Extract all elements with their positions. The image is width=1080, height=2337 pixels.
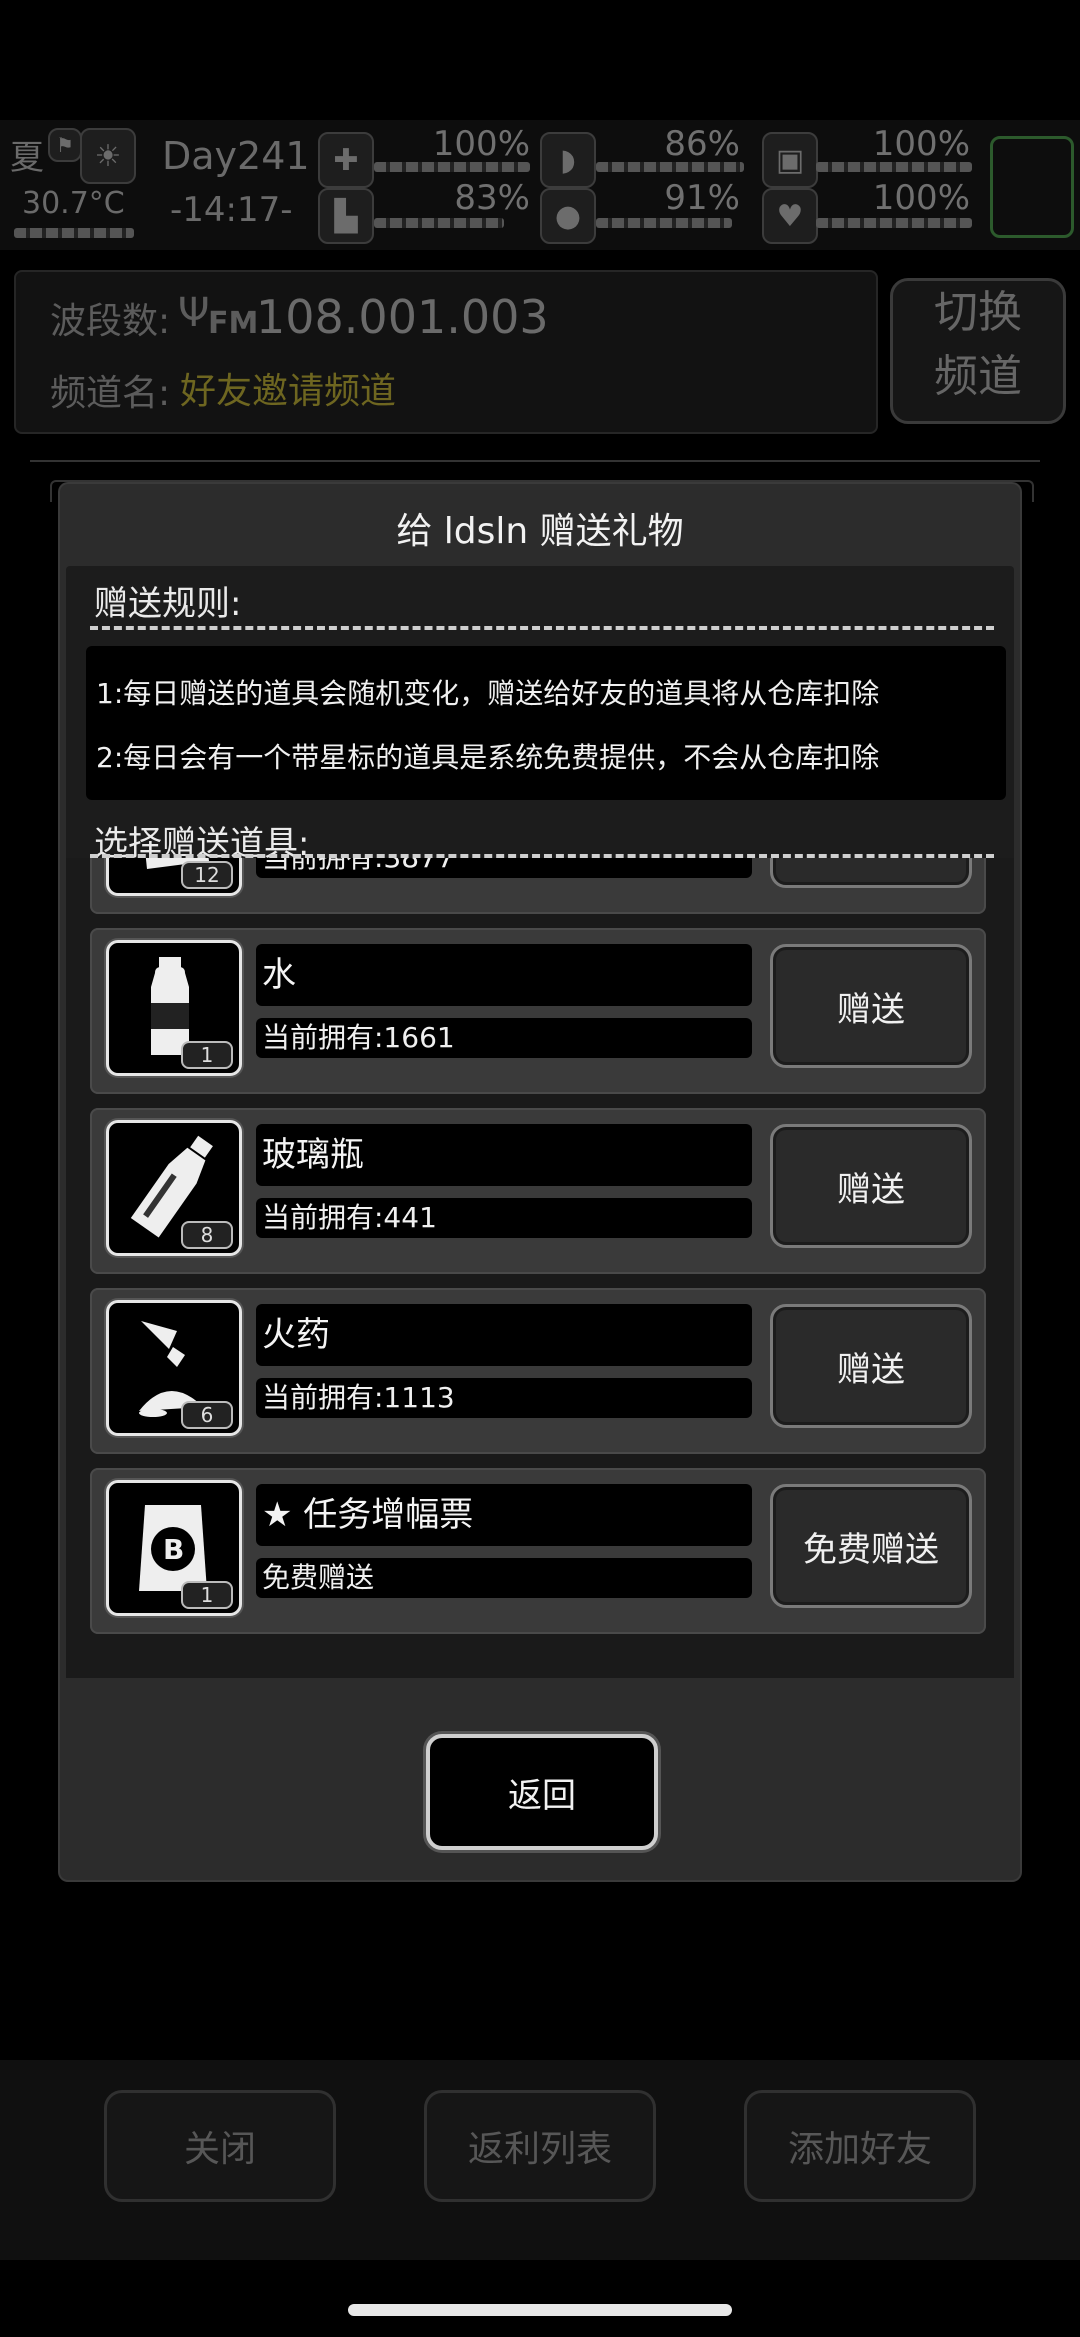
- item-owned: 当前拥有:441: [256, 1198, 752, 1238]
- gift-item-list[interactable]: F 12 肥料 当前拥有:3877 赠送 1 水 当前拥有:1661 赠送: [66, 858, 1014, 1678]
- channel-label: 频道名:: [50, 373, 171, 414]
- item-owned: 当前拥有:1113: [256, 1378, 752, 1418]
- item-quantity: 1: [181, 1041, 233, 1069]
- gift-button[interactable]: 赠送: [770, 858, 972, 888]
- sun-icon: ☀: [80, 128, 136, 184]
- gift-item: 6 火药 当前拥有:1113 赠送: [90, 1288, 986, 1454]
- dashed-divider: [90, 626, 994, 630]
- fm-label: FM: [208, 306, 259, 341]
- free-gift-button[interactable]: 免费赠送: [770, 1484, 972, 1608]
- gift-item: 8 玻璃瓶 当前拥有:441 赠送: [90, 1108, 986, 1274]
- day-label: Day241: [162, 134, 310, 178]
- equipment-slot[interactable]: [990, 136, 1074, 238]
- item-thumbnail: 8: [106, 1120, 242, 1256]
- rule-2: 2:每日会有一个带星标的道具是系统免费提供，不会从仓库扣除: [96, 741, 880, 774]
- mood-percent: 100%: [872, 178, 970, 218]
- battery-icon: ▣: [762, 132, 818, 188]
- energy-bar: [816, 162, 972, 172]
- item-name: 火药: [256, 1304, 752, 1366]
- home-indicator[interactable]: [348, 2304, 732, 2316]
- item-quantity: 6: [181, 1401, 233, 1429]
- thirst-percent: 91%: [664, 178, 740, 218]
- channel-name: 好友邀请频道: [180, 371, 397, 412]
- item-quantity: 8: [181, 1221, 233, 1249]
- dialog-title: 给 ldsln 赠送礼物: [396, 511, 684, 552]
- energy-percent: 100%: [872, 124, 970, 164]
- water-drop-icon: ●: [540, 188, 596, 244]
- rules-heading: 赠送规则:: [94, 584, 242, 624]
- temperature-bar: [14, 228, 134, 238]
- rules-box: 1:每日赠送的道具会随机变化，赠送给好友的道具将从仓库扣除 2:每日会有一个带星…: [86, 646, 1006, 800]
- foot-icon: ▙: [318, 188, 374, 244]
- item-thumbnail: 6: [106, 1300, 242, 1436]
- switch-channel-button[interactable]: 切换 频道: [890, 278, 1066, 424]
- frequency-value: 108.001.003: [256, 290, 549, 344]
- weather-flag-icon: ⚑: [48, 128, 82, 162]
- item-quantity: 1: [181, 1581, 233, 1609]
- gift-button[interactable]: 赠送: [770, 944, 972, 1068]
- gift-dialog: 给 ldsln 赠送礼物 赠送规则: 1:每日赠送的道具会随机变化，赠送给好友的…: [60, 484, 1020, 1880]
- divider: [30, 460, 1040, 462]
- switch-label-line1: 切换: [934, 287, 1022, 338]
- stamina-percent: 83%: [454, 178, 530, 218]
- thirst-bar: [596, 218, 732, 228]
- close-button[interactable]: 关闭: [104, 2090, 336, 2202]
- mood-bar: [816, 218, 972, 228]
- svg-text:B: B: [163, 1533, 184, 1566]
- band-label: 波段数:: [50, 301, 171, 342]
- medkit-icon: ✚: [318, 132, 374, 188]
- item-thumbnail: F 12: [106, 858, 242, 896]
- item-thumbnail: B 1: [106, 1480, 242, 1616]
- item-thumbnail: 1: [106, 940, 242, 1076]
- back-button[interactable]: 返回: [426, 1734, 658, 1850]
- season-label: 夏: [10, 138, 44, 178]
- status-hud: 夏 ⚑ ☀ 30.7°C Day241 -14:17- ✚ 100% ◗ 86%…: [0, 120, 1080, 250]
- item-quantity: 12: [181, 861, 233, 889]
- antenna-icon: Ψ: [178, 290, 210, 336]
- item-owned: 当前拥有:3877: [256, 858, 752, 878]
- rule-1: 1:每日赠送的道具会随机变化，赠送给好友的道具将从仓库扣除: [96, 677, 880, 710]
- health-percent: 100%: [432, 124, 530, 164]
- item-name: 水: [256, 944, 752, 1006]
- gift-item: F 12 肥料 当前拥有:3877 赠送: [90, 858, 986, 914]
- stamina-bar: [374, 218, 504, 228]
- hunger-bar: [596, 162, 744, 172]
- gift-item: B 1 ★ 任务增幅票 免费赠送 免费赠送: [90, 1468, 986, 1634]
- time-label: -14:17-: [170, 190, 293, 230]
- temperature-label: 30.7°C: [22, 186, 125, 221]
- hunger-percent: 86%: [664, 124, 740, 164]
- heart-icon: ♥: [762, 188, 818, 244]
- item-owned: 免费赠送: [256, 1558, 752, 1598]
- gift-button[interactable]: 赠送: [770, 1124, 972, 1248]
- gift-item: 1 水 当前拥有:1661 赠送: [90, 928, 986, 1094]
- item-name: ★ 任务增幅票: [256, 1484, 752, 1546]
- add-friend-button[interactable]: 添加好友: [744, 2090, 976, 2202]
- item-owned: 当前拥有:1661: [256, 1018, 752, 1058]
- health-bar: [374, 162, 530, 172]
- stomach-icon: ◗: [540, 132, 596, 188]
- gift-button[interactable]: 赠送: [770, 1304, 972, 1428]
- switch-label-line2: 频道: [934, 351, 1022, 402]
- rebate-list-button[interactable]: 返利列表: [424, 2090, 656, 2202]
- item-name: 玻璃瓶: [256, 1124, 752, 1186]
